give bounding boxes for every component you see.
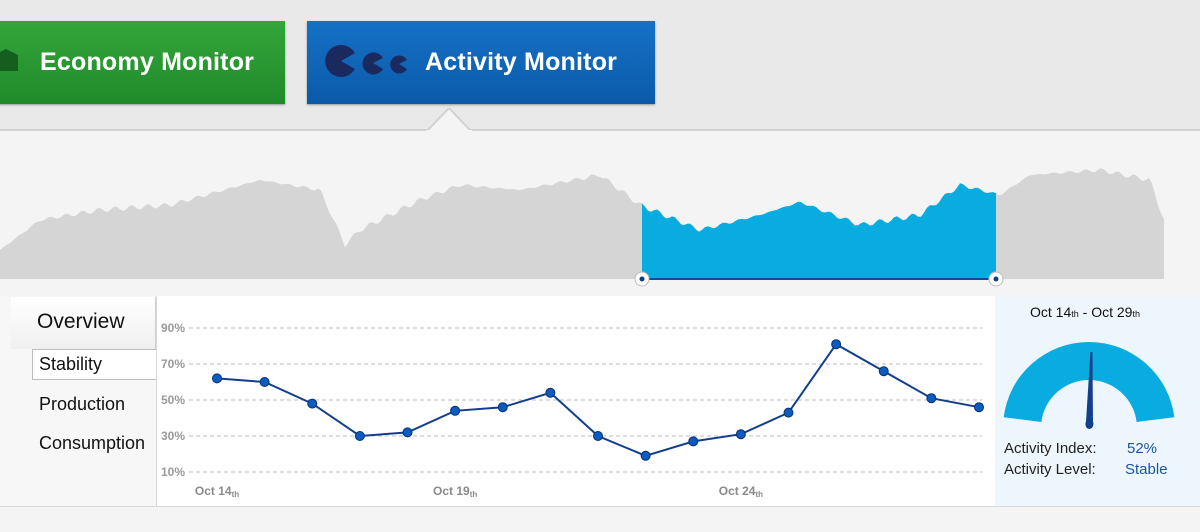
stability-chart: 90% 70% 50% 30% 10% Oct 14th Oct 19th Oct 24th… <box>157 296 995 506</box>
data-point[interactable] <box>640 450 651 461</box>
activity-index-value: 52% <box>1127 440 1158 457</box>
activity-level-value: Stable <box>1125 461 1168 478</box>
data-point[interactable] <box>878 366 889 377</box>
data-point[interactable] <box>783 407 794 418</box>
tab-economy-label: Economy Monitor <box>40 48 255 76</box>
y-tick-label: 70% <box>161 357 185 371</box>
data-point[interactable] <box>354 431 365 441</box>
nav-item-production[interactable]: Production <box>39 394 125 415</box>
data-point[interactable] <box>831 339 842 350</box>
data-point[interactable] <box>402 427 413 438</box>
activity-gauge <box>1003 341 1175 430</box>
activity-level-label: Activity Level: <box>1004 461 1096 478</box>
pacman-icon <box>325 45 411 84</box>
data-point[interactable] <box>259 377 270 387</box>
data-point[interactable] <box>926 393 937 404</box>
y-tick-label: 10% <box>161 465 185 479</box>
data-point[interactable] <box>974 402 984 413</box>
line-chart-svg: 90% 70% 50% 30% 10% Oct 14th Oct 19th Oct 24th… <box>161 321 984 499</box>
active-tab-pointer <box>426 108 472 132</box>
y-tick-label: 50% <box>161 393 185 407</box>
bottom-strip <box>0 506 1200 532</box>
nav-overview-title: Overview <box>11 297 156 349</box>
tab-bar: Economy Monitor Activity Monitor <box>0 0 1200 132</box>
data-point[interactable] <box>735 429 746 440</box>
x-tick-label: Oct 19th <box>433 484 477 499</box>
x-tick-label: Oct 24th <box>719 484 763 499</box>
building-icon <box>0 49 18 78</box>
data-point[interactable] <box>593 431 603 441</box>
selection-handle-right[interactable] <box>988 271 1004 287</box>
range-separator: - <box>1078 304 1092 320</box>
y-tick-label: 30% <box>161 429 185 443</box>
selection-handle-left[interactable] <box>634 271 650 287</box>
date-range: Oct 14th - Oct 29th <box>995 304 1175 320</box>
overview-range-selector[interactable] <box>0 150 1200 290</box>
range-start: Oct 14 <box>1030 304 1072 320</box>
range-end: Oct 29 <box>1091 304 1133 320</box>
data-point[interactable] <box>688 436 699 447</box>
nav-item-consumption[interactable]: Consumption <box>39 433 145 454</box>
tab-economy-monitor[interactable]: Economy Monitor <box>0 21 285 104</box>
x-tick-label: Oct 14th <box>195 484 239 499</box>
data-point[interactable] <box>450 405 461 416</box>
activity-index-label: Activity Index: <box>1004 440 1097 457</box>
tab-activity-monitor[interactable]: Activity Monitor <box>307 21 655 104</box>
data-point[interactable] <box>307 398 318 409</box>
nav-item-stability[interactable]: Stability <box>32 349 156 380</box>
range-end-suffix: th <box>1132 309 1140 319</box>
gauge-panel: Oct 14th - Oct 29th Activity Index: 52% … <box>995 296 1200 506</box>
y-tick-label: 90% <box>161 321 185 335</box>
tab-activity-label: Activity Monitor <box>425 48 618 76</box>
data-point[interactable] <box>497 402 508 413</box>
data-point[interactable] <box>212 373 222 384</box>
data-point[interactable] <box>545 387 556 398</box>
range-start-suffix: th <box>1071 309 1079 319</box>
